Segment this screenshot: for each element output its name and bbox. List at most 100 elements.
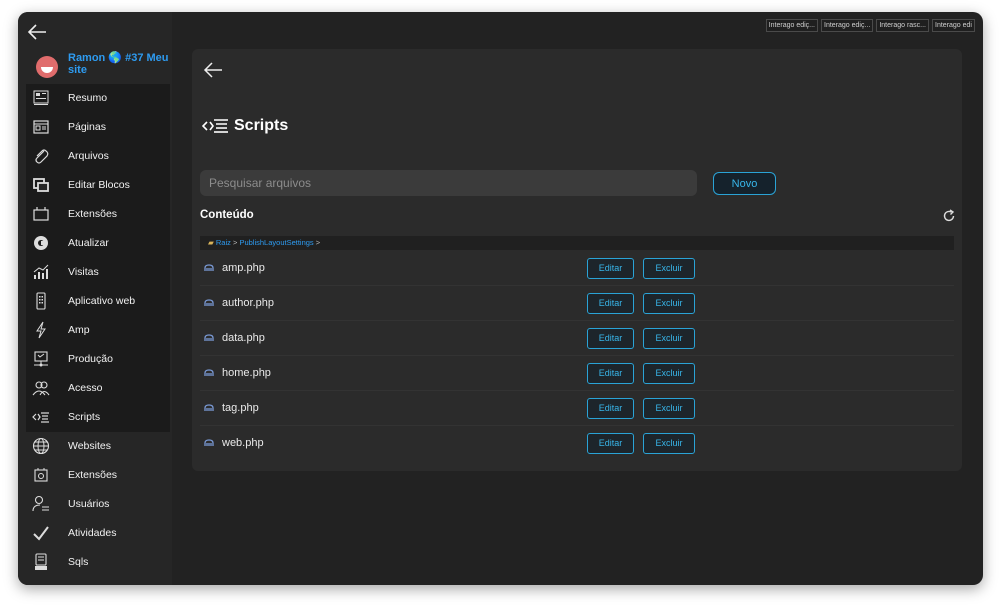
refresh-icon[interactable]	[942, 209, 956, 223]
database-icon	[32, 553, 50, 571]
tab-bar: Interago ediç... Interago ediç... Interago…	[763, 19, 975, 32]
tab-interago-4[interactable]: Interago edi	[932, 19, 975, 32]
sidebar-item-resumo[interactable]: Resumo	[26, 84, 170, 113]
sidebar-item-label: Páginas	[68, 121, 106, 133]
back-arrow-icon[interactable]	[202, 61, 224, 79]
edit-button[interactable]: Editar	[587, 328, 634, 349]
edit-button[interactable]: Editar	[587, 433, 634, 454]
sidebar-item-sqls[interactable]: Sqls	[26, 548, 170, 577]
dashboard-icon	[32, 89, 50, 107]
sidebar-item-amp[interactable]: Amp	[26, 316, 170, 345]
sidebar-item-scripts[interactable]: Scripts	[26, 403, 170, 432]
page-title-text: Scripts	[234, 117, 289, 134]
breadcrumb-root[interactable]: Raiz	[216, 238, 231, 247]
sidebar-item-label: Atividades	[68, 527, 117, 539]
sidebar-item-label: Resumo	[68, 92, 108, 104]
sidebar: Ramon 🌎 #37 Meu site Resumo Páginas Arqu…	[18, 12, 172, 585]
sidebar-item-label: Extensões	[68, 208, 118, 220]
sidebar-item-label: Sqls	[68, 556, 89, 568]
file-row: amp.php Editar Excluir	[200, 251, 954, 286]
sidebar-item-visitas[interactable]: Visitas	[26, 258, 170, 287]
file-name[interactable]: data.php	[222, 321, 265, 356]
blocks-icon	[32, 176, 50, 194]
sidebar-item-label: Produção	[68, 353, 113, 365]
file-name[interactable]: tag.php	[222, 391, 259, 426]
php-file-icon	[204, 299, 214, 306]
breadcrumb: ▰ Raiz > PublishLayoutSettings >	[200, 236, 954, 250]
file-row: home.php Editar Excluir	[200, 356, 954, 391]
lightning-icon	[32, 321, 50, 339]
mobile-app-icon	[32, 292, 50, 310]
site-name: Ramon 🌎 #37 Meu site	[68, 52, 169, 76]
sidebar-item-label: Amp	[68, 324, 90, 336]
update-icon	[32, 234, 50, 252]
sidebar-item-label: Scripts	[68, 411, 101, 423]
tab-interago-1[interactable]: Interago ediç...	[765, 19, 818, 32]
edit-button[interactable]: Editar	[587, 398, 634, 419]
sidebar-item-label: Arquivos	[68, 150, 109, 162]
sidebar-item-label: Acesso	[68, 382, 103, 394]
php-file-icon	[204, 369, 214, 376]
extensions-icon	[32, 205, 50, 223]
file-name[interactable]: web.php	[222, 426, 264, 461]
delete-button[interactable]: Excluir	[643, 433, 695, 454]
production-icon	[32, 350, 50, 368]
page-title: Scripts	[202, 117, 288, 139]
file-name[interactable]: amp.php	[222, 251, 265, 286]
delete-button[interactable]: Excluir	[643, 398, 695, 419]
sidebar-item-paginas[interactable]: Páginas	[26, 113, 170, 142]
sidebar-item-label: Visitas	[68, 266, 99, 278]
check-icon	[32, 524, 50, 542]
code-icon	[202, 119, 228, 133]
delete-button[interactable]: Excluir	[643, 258, 695, 279]
file-name[interactable]: author.php	[222, 286, 274, 321]
sidebar-item-extensoes[interactable]: Extensões	[26, 200, 170, 229]
sidebar-item-acesso[interactable]: Acesso	[26, 374, 170, 403]
sidebar-item-arquivos[interactable]: Arquivos	[26, 142, 170, 171]
sidebar-item-label: Aplicativo web	[68, 295, 136, 307]
sidebar-item-label: Usuários	[68, 498, 110, 510]
file-row: author.php Editar Excluir	[200, 286, 954, 321]
search-input[interactable]	[200, 170, 697, 196]
breadcrumb-folder[interactable]: PublishLayoutSettings	[239, 238, 313, 247]
tab-interago-3[interactable]: Interago rasc...	[876, 19, 930, 32]
file-name[interactable]: home.php	[222, 356, 271, 391]
code-icon	[32, 408, 50, 426]
delete-button[interactable]: Excluir	[643, 363, 695, 384]
sidebar-item-producao[interactable]: Produção	[26, 345, 170, 374]
user-list-icon	[32, 495, 50, 513]
pages-icon	[32, 118, 50, 136]
delete-button[interactable]: Excluir	[643, 293, 695, 314]
php-file-icon	[204, 439, 214, 446]
users-access-icon	[32, 379, 50, 397]
site-selector[interactable]: Ramon 🌎 #37 Meu site	[26, 52, 172, 82]
php-file-icon	[204, 264, 214, 271]
sidebar-item-label: Websites	[68, 440, 111, 452]
visits-chart-icon	[32, 263, 50, 281]
sidebar-item-usuarios[interactable]: Usuários	[26, 490, 170, 519]
edit-button[interactable]: Editar	[587, 363, 634, 384]
sidebar-item-label: Editar Blocos	[68, 179, 130, 191]
section-title: Conteúdo	[200, 209, 254, 221]
edit-button[interactable]: Editar	[587, 293, 634, 314]
edit-button[interactable]: Editar	[587, 258, 634, 279]
folder-icon: ▰	[208, 238, 214, 247]
app-window: Ramon 🌎 #37 Meu site Resumo Páginas Arqu…	[18, 12, 983, 585]
new-file-button[interactable]: Novo	[713, 172, 776, 195]
php-file-icon	[204, 404, 214, 411]
sidebar-item-label: Extensões	[68, 469, 118, 481]
sidebar-item-websites[interactable]: Websites	[26, 432, 170, 461]
tab-interago-2[interactable]: Interago ediç...	[821, 19, 874, 32]
back-arrow-icon[interactable]	[26, 22, 48, 42]
globe-icon	[32, 437, 50, 455]
sidebar-item-extensoes-global[interactable]: Extensões	[26, 461, 170, 490]
sidebar-item-aplicativo-web[interactable]: Aplicativo web	[26, 287, 170, 316]
file-row: data.php Editar Excluir	[200, 321, 954, 356]
sidebar-item-atividades[interactable]: Atividades	[26, 519, 170, 548]
sidebar-item-editar-blocos[interactable]: Editar Blocos	[26, 171, 170, 200]
file-row: tag.php Editar Excluir	[200, 391, 954, 426]
sidebar-item-label: Atualizar	[68, 237, 109, 249]
delete-button[interactable]: Excluir	[643, 328, 695, 349]
sidebar-item-atualizar[interactable]: Atualizar	[26, 229, 170, 258]
breadcrumb-separator: >	[313, 238, 321, 247]
